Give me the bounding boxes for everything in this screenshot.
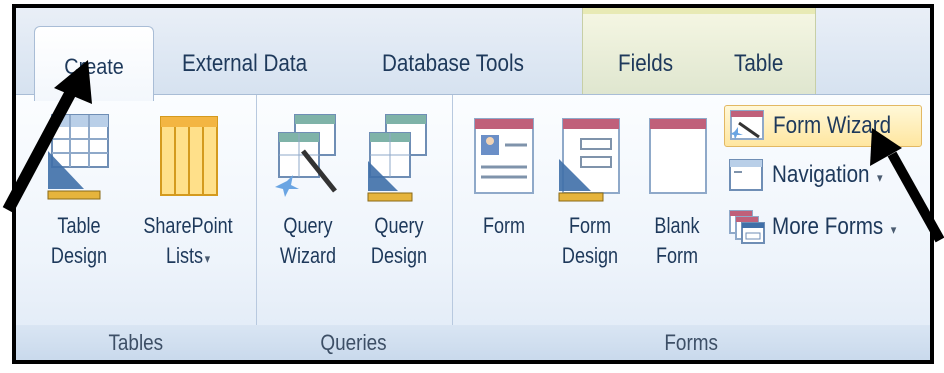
queries-group-label: Queries xyxy=(256,325,452,360)
form-wizard-icon xyxy=(730,110,764,140)
tables-group-label: Tables xyxy=(16,325,256,360)
tab-strip: Create External Data Database Tools Fiel… xyxy=(16,8,930,101)
sharepoint-lists-label-2: Lists ▾ xyxy=(165,243,211,268)
query-wizard-label-1: Query xyxy=(283,213,333,238)
left-annotation-arrow-icon xyxy=(2,60,92,213)
query-design-label-2: Design xyxy=(370,243,428,268)
more-forms-icon xyxy=(729,210,765,244)
sharepoint-lists-button[interactable]: SharePoint Lists ▾ xyxy=(126,111,250,274)
tab-table[interactable]: Table xyxy=(734,36,783,92)
navigation-icon xyxy=(729,159,763,191)
tab-fields[interactable]: Fields xyxy=(618,36,673,92)
query-design-icon xyxy=(367,114,427,202)
blank-form-label-2: Form xyxy=(655,243,699,268)
form-design-icon xyxy=(558,118,620,202)
forms-group-label: Forms xyxy=(452,325,930,360)
table-design-label-2: Design xyxy=(50,243,108,268)
right-annotation-arrow-icon xyxy=(870,128,944,243)
blank-form-button[interactable]: Blank Form xyxy=(636,111,718,271)
blank-form-icon xyxy=(649,118,707,194)
query-wizard-icon xyxy=(275,114,337,197)
query-wizard-label-2: Wizard xyxy=(279,243,337,268)
tab-database-tools[interactable]: Database Tools xyxy=(382,36,524,92)
form-label: Form xyxy=(482,213,526,238)
form-design-label-1: Form xyxy=(568,213,612,238)
chevron-down-icon: ▾ xyxy=(204,251,211,266)
tab-external-data[interactable]: External Data xyxy=(182,36,307,92)
form-design-label-2: Design xyxy=(561,243,619,268)
sharepoint-lists-label-1: SharePoint xyxy=(143,213,233,238)
query-design-label-1: Query xyxy=(374,213,424,238)
form-button[interactable]: Form xyxy=(462,111,546,241)
blank-form-label-1: Blank xyxy=(654,213,700,238)
query-design-button[interactable]: Query Design xyxy=(354,111,444,271)
query-wizard-button[interactable]: Query Wizard xyxy=(264,111,352,271)
forms-group: Form Form Design Blank Form Form Wizard … xyxy=(452,95,930,360)
sharepoint-lists-icon xyxy=(160,116,218,196)
ribbon-screenshot: Create External Data Database Tools Fiel… xyxy=(12,4,934,364)
form-design-button[interactable]: Form Design xyxy=(546,111,634,271)
ribbon-body: Table Design SharePoint Lists ▾ Tables Q… xyxy=(16,94,930,360)
queries-group: Query Wizard Query Design Queries xyxy=(256,95,453,360)
form-icon xyxy=(474,118,534,194)
